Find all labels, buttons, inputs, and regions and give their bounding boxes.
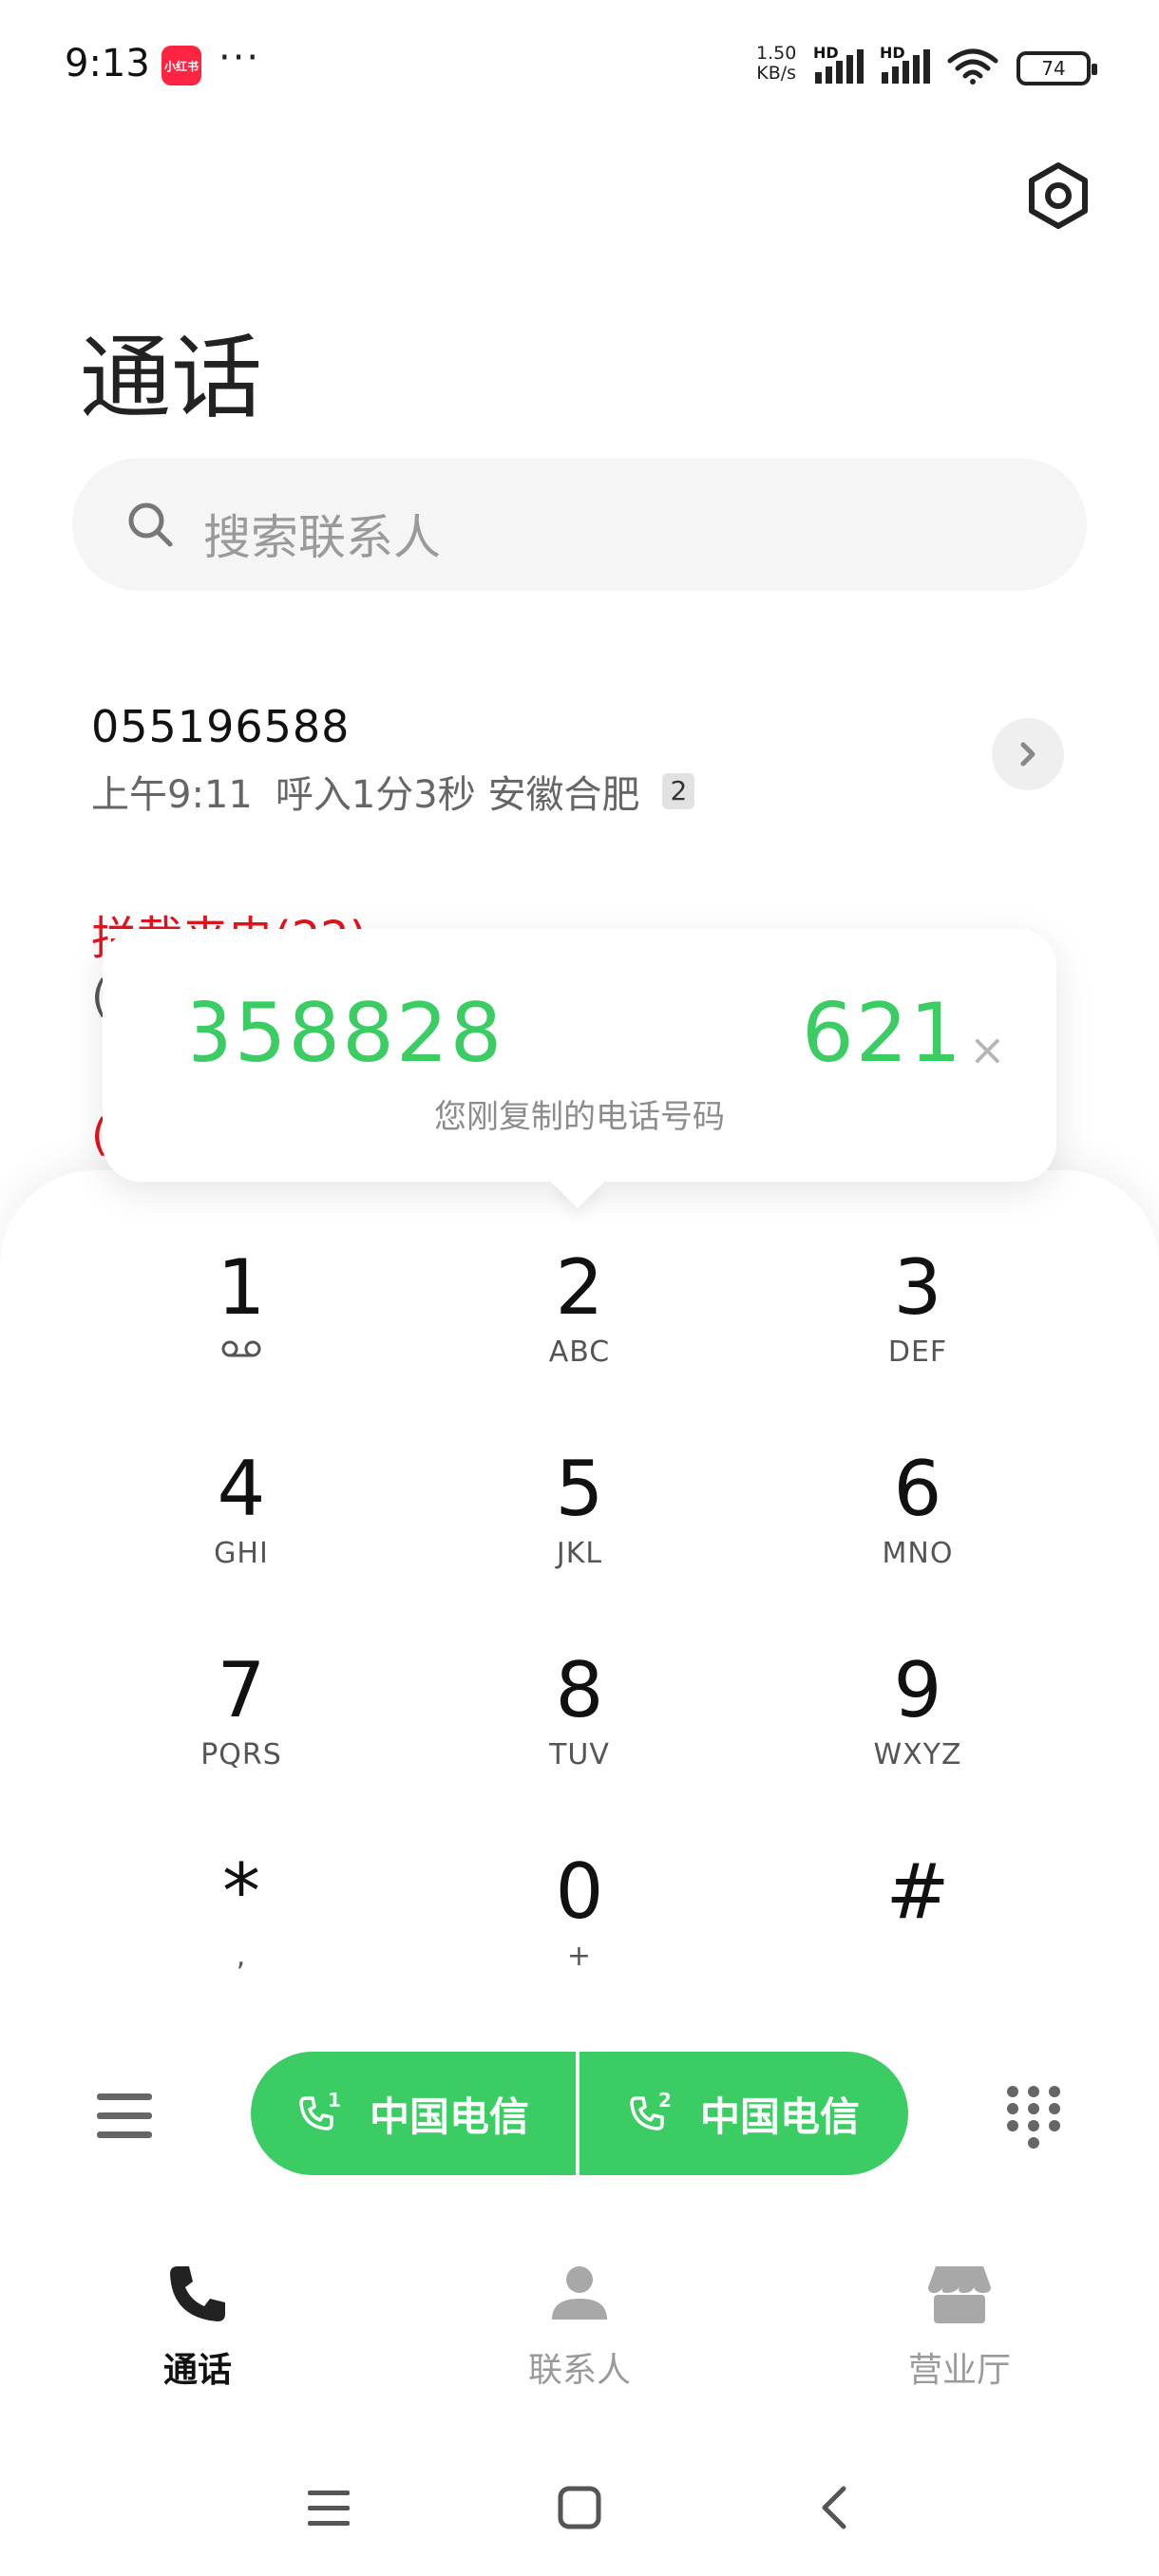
key-9[interactable]: 9 WXYZ [775,1645,1060,1807]
key-9-letters: WXYZ [873,1738,962,1771]
nav-contacts-label: 联系人 [527,2351,631,2390]
key-4-letters: GHI [214,1537,269,1570]
key-6-letters: MNO [882,1537,954,1570]
key-1-digit: 1 [217,1243,266,1332]
dialpad-toggle-icon[interactable] [1005,2084,1062,2152]
system-navigation-bar [0,2470,1159,2546]
nav-store[interactable]: 营业厅 [846,2261,1074,2392]
network-speed-value: 1.50 [756,43,797,64]
call-sim1-label: 中国电信 [369,2093,529,2140]
key-3-digit: 3 [893,1243,942,1332]
key-3-letters: DEF [887,1335,948,1369]
key-2-digit: 2 [555,1243,604,1332]
store-icon [928,2266,991,2323]
nav-calls[interactable]: 通话 [84,2261,312,2392]
phone-sim1-icon: 1 [297,2089,349,2132]
key-0[interactable]: 0 + [437,1847,722,2008]
recent-call-time: 上午9:11 [91,773,253,817]
key-0-digit: 0 [555,1847,604,1936]
key-5[interactable]: 5 JKL [437,1444,722,1605]
call-sim2-label: 中国电信 [699,2093,860,2140]
copied-number-part-2: 6216 [802,986,969,1081]
key-7-letters: PQRS [200,1738,282,1771]
more-notifications-icon: ··· [218,36,261,80]
bottom-nav: 通话 联系人 营业厅 [0,2261,1159,2403]
key-8-letters: TUV [549,1738,610,1771]
key-star-digit: * [222,1847,260,1936]
recent-call-detail: 呼入1分3秒 安徽合肥 [275,773,640,817]
key-2-letters: ABC [548,1335,611,1369]
key-7[interactable]: 7 PQRS [99,1645,384,1807]
key-star-letters: , [236,1940,247,1973]
home-square-icon[interactable] [557,2485,602,2530]
back-arrow-icon[interactable] [811,2485,857,2530]
wifi-icon [947,48,998,85]
nav-store-label: 营业厅 [907,2351,1011,2390]
recents-menu-icon[interactable] [306,2485,352,2530]
search-icon [128,502,173,547]
battery-level: 74 [1041,57,1066,80]
status-time: 9:13 [65,42,150,85]
key-4[interactable]: 4 GHI [99,1444,384,1605]
phone-sim2-icon: 2 [628,2089,679,2132]
search-placeholder: 搜索联系人 [203,510,441,565]
key-hash[interactable]: # [775,1847,1060,2008]
key-0-letters: + [566,1940,593,1973]
key-8-digit: 8 [555,1646,604,1734]
key-6[interactable]: 6 MNO [775,1444,1060,1605]
network-speed: 1.50 KB/s [756,44,796,84]
call-detail-chevron-icon[interactable] [992,718,1064,790]
key-star[interactable]: * , [99,1847,384,2008]
call-button-group: 1 中国电信 2 中国电信 [251,2052,908,2175]
person-icon [552,2266,607,2320]
popup-caption: 您刚复制的电话号码 [434,1098,725,1136]
voicemail-icon [221,1340,261,1357]
call-count-badge: 2 [662,773,695,809]
key-2[interactable]: 2 ABC [437,1242,722,1404]
recent-call-number: 055196588 [91,701,351,752]
signal-2-icon: HD [880,44,937,85]
key-1[interactable]: 1 [99,1242,384,1404]
status-bar: 9:13 小红书 ··· 1.50 KB/s HD HD 74 [0,0,1159,133]
key-5-letters: JKL [556,1537,603,1570]
xiaohongshu-app-icon: 小红书 [162,46,201,85]
call-sim1-button[interactable]: 1 中国电信 [251,2052,580,2175]
close-popup-icon[interactable]: × [969,1028,1006,1071]
key-8[interactable]: 8 TUV [437,1645,722,1807]
key-9-digit: 9 [893,1646,942,1734]
recent-call-row[interactable]: 055196588 上午9:11 呼入1分3秒 安徽合肥 2 [91,701,1098,819]
key-4-digit: 4 [217,1445,266,1533]
key-7-digit: 7 [217,1646,266,1734]
menu-icon[interactable] [95,2092,154,2141]
copied-number[interactable]: 358828 6216 [194,986,969,1081]
sim1-index: 1 [328,2089,341,2112]
signal-1-icon: HD [813,44,870,85]
key-5-digit: 5 [555,1445,604,1533]
nav-calls-label: 通话 [162,2351,232,2390]
key-3[interactable]: 3 DEF [775,1242,1060,1404]
settings-gear-icon[interactable] [1022,160,1094,232]
copied-number-popup[interactable]: 358828 6216 × 您刚复制的电话号码 [103,929,1056,1182]
nav-contacts[interactable]: 联系人 [466,2261,694,2392]
call-sim2-button[interactable]: 2 中国电信 [580,2052,908,2175]
phone-icon [170,2266,225,2321]
copied-number-part-1: 358828 [194,986,504,1081]
network-speed-unit: KB/s [756,63,797,84]
sim2-index: 2 [658,2089,672,2112]
search-contacts-input[interactable]: 搜索联系人 [72,458,1087,591]
battery-icon: 74 [1016,51,1097,85]
key-6-digit: 6 [893,1445,942,1533]
page-title: 通话 [80,325,262,431]
key-hash-digit: # [885,1847,950,1936]
